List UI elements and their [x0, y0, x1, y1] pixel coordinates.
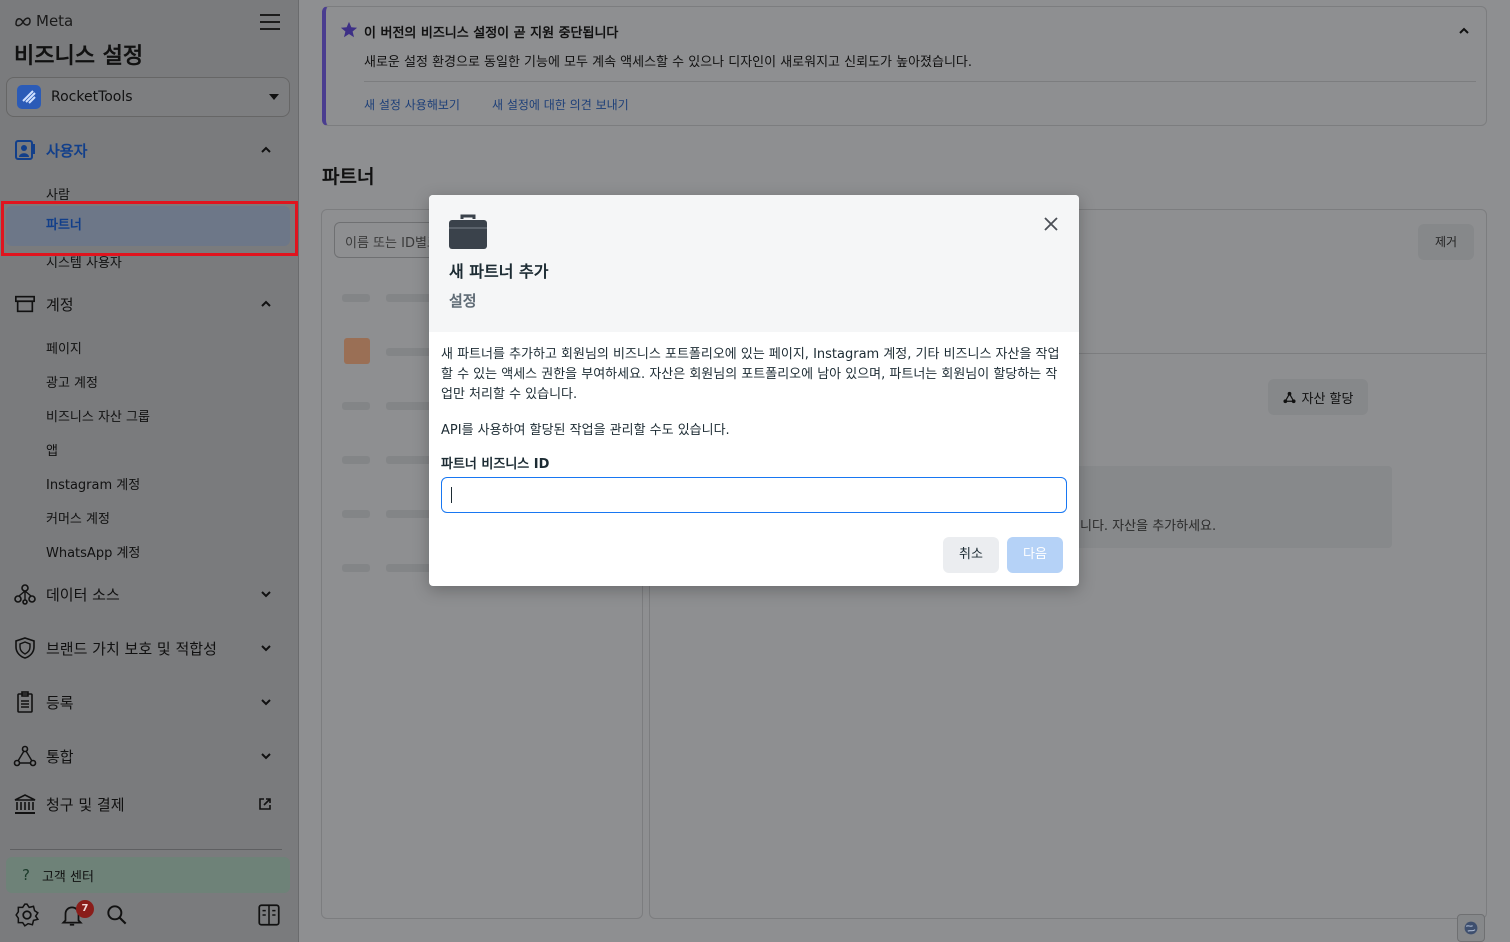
- chevron-down-icon: [261, 699, 271, 706]
- sidebar-item-system-users[interactable]: 시스템 사용자: [46, 252, 122, 271]
- nav-group-registration[interactable]: 등록: [12, 687, 282, 717]
- notice-title: 이 버전의 비즈니스 설정이 곧 지원 중단됩니다: [364, 26, 619, 41]
- integrations-icon: [12, 743, 38, 769]
- nav-group-accounts-label: 계정: [46, 295, 74, 314]
- caret-down-icon: [269, 94, 279, 100]
- nav-group-data-sources-label: 데이터 소스: [46, 585, 120, 604]
- dialog-header: 새 파트너 추가 설정: [429, 195, 1079, 332]
- question-icon: ?: [22, 866, 30, 884]
- chevron-down-icon: [261, 645, 271, 652]
- search-icon[interactable]: [104, 902, 130, 928]
- notice-body: 새로운 설정 환경으로 동일한 기능에 모두 계속 액세스할 수 있으나 디자인…: [364, 55, 973, 70]
- partner-business-id-label: 파트너 비즈니스 ID: [441, 457, 550, 472]
- dialog-description: 새 파트너를 추가하고 회원님의 비즈니스 포트폴리오에 있는 페이지, Ins…: [441, 347, 1060, 402]
- nav-group-data-sources[interactable]: 데이터 소스: [12, 579, 282, 609]
- sidebar-footer: [14, 902, 286, 930]
- chevron-up-icon: [261, 300, 271, 307]
- empty-state-text: 니다. 자산을 추가하세요.: [1080, 519, 1217, 534]
- chevron-up-icon: [261, 146, 271, 153]
- nav-group-users-label: 사용자: [46, 141, 88, 160]
- rockettools-logo-icon: [17, 85, 41, 109]
- integrations-icon: [1282, 391, 1296, 403]
- assign-assets-label: 자산 할당: [1301, 391, 1354, 407]
- empty-state-box: [1060, 466, 1392, 548]
- sidebar-item-apps[interactable]: 앱: [46, 440, 58, 459]
- archive-icon: [12, 291, 38, 317]
- meta-logo[interactable]: Meta: [14, 12, 73, 30]
- chevron-down-icon: [261, 753, 271, 760]
- sidebar-item-ad-accounts[interactable]: 광고 계정: [46, 372, 98, 391]
- account-switcher[interactable]: RocketTools: [6, 77, 290, 117]
- notification-badge: 7: [76, 900, 94, 918]
- close-icon[interactable]: [1042, 215, 1060, 233]
- shield-icon: [12, 635, 38, 661]
- page-title: 파트너: [322, 166, 375, 188]
- nav-group-billing-label: 청구 및 결제: [46, 795, 125, 814]
- sidebar-item-people[interactable]: 사람: [46, 184, 70, 203]
- gear-icon[interactable]: [14, 902, 40, 928]
- sidebar-item-asset-groups[interactable]: 비즈니스 자산 그룹: [46, 406, 150, 425]
- cancel-button[interactable]: 취소: [943, 537, 999, 573]
- globe-icon: [1464, 921, 1478, 935]
- data-sources-icon: [12, 581, 38, 607]
- sidebar: Meta 비즈니스 설정 RocketTools 사용자 사람 파트너 시스템 …: [0, 0, 299, 942]
- next-button[interactable]: 다음: [1007, 537, 1063, 573]
- assign-assets-button[interactable]: 자산 할당: [1268, 379, 1368, 415]
- bank-icon: [12, 791, 38, 817]
- nav-group-integrations[interactable]: 통합: [12, 741, 282, 771]
- sidebar-item-partners[interactable]: 파트너: [6, 206, 290, 246]
- help-center-label: 고객 센터: [41, 869, 94, 885]
- partner-business-id-field[interactable]: [441, 477, 1067, 513]
- sidebar-item-whatsapp[interactable]: WhatsApp 계정: [46, 542, 140, 561]
- panel-toggle-icon[interactable]: [256, 902, 282, 928]
- external-link-icon: [259, 798, 271, 810]
- dialog-title: 새 파트너 추가: [449, 262, 549, 281]
- sidebar-item-commerce[interactable]: 커머스 계정: [46, 508, 110, 527]
- sidebar-item-pages[interactable]: 페이지: [46, 338, 82, 357]
- chevron-down-icon: [261, 591, 271, 598]
- nav-group-integrations-label: 통합: [46, 747, 74, 766]
- hamburger-menu-icon[interactable]: [260, 14, 280, 30]
- meta-brand-text: Meta: [36, 12, 74, 30]
- chevron-up-icon[interactable]: [1458, 25, 1470, 37]
- notice-divider: [364, 81, 1476, 82]
- sidebar-divider: [10, 849, 282, 850]
- app-title: 비즈니스 설정: [14, 44, 144, 69]
- nav-group-brand-safety[interactable]: 브랜드 가치 보호 및 적합성: [12, 633, 282, 663]
- account-name: RocketTools: [51, 89, 133, 105]
- nav-group-accounts[interactable]: 계정: [12, 289, 282, 319]
- dialog-api-note: API를 사용하여 할당된 작업을 관리할 수도 있습니다.: [441, 423, 730, 438]
- text-cursor: [451, 487, 452, 503]
- language-button[interactable]: [1457, 914, 1485, 942]
- add-partner-dialog: 새 파트너 추가 설정 새 파트너를 추가하고 회원님의 비즈니스 포트폴리오에…: [429, 195, 1079, 586]
- remove-button[interactable]: 제거: [1418, 224, 1474, 260]
- sidebar-item-instagram[interactable]: Instagram 계정: [46, 474, 140, 493]
- try-new-settings-link[interactable]: 새 설정 사용해보기: [364, 96, 460, 113]
- nav-group-brand-safety-label: 브랜드 가치 보호 및 적합성: [46, 639, 217, 658]
- briefcase-icon: [449, 214, 487, 249]
- nav-group-users[interactable]: 사용자: [12, 135, 282, 165]
- star-icon: [340, 21, 358, 38]
- send-feedback-link[interactable]: 새 설정에 대한 의견 보내기: [492, 96, 629, 113]
- nav-group-billing[interactable]: 청구 및 결제: [12, 789, 282, 819]
- users-icon: [12, 137, 38, 163]
- dialog-subtitle: 설정: [449, 292, 477, 310]
- deprecation-notice: 이 버전의 비즈니스 설정이 곧 지원 중단됩니다 새로운 설정 환경으로 동일…: [322, 6, 1487, 126]
- help-center-item[interactable]: ? 고객 센터: [6, 857, 290, 893]
- meta-infinity-icon: [15, 17, 31, 27]
- nav-group-registration-label: 등록: [46, 693, 74, 712]
- clipboard-icon: [12, 689, 38, 715]
